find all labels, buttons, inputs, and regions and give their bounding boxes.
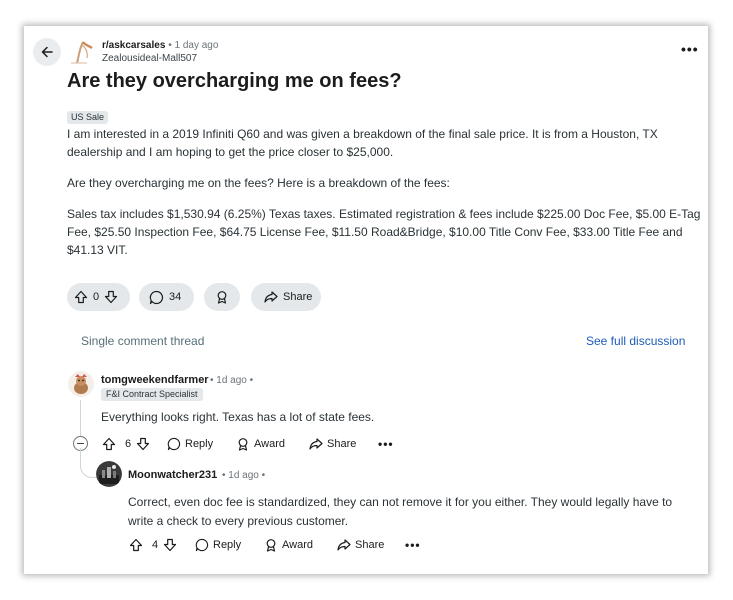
post-time: 1 day ago bbox=[174, 40, 219, 51]
comment-vote-group: 6 bbox=[102, 437, 154, 451]
award-button[interactable] bbox=[204, 283, 240, 311]
user-flair: F&I Contract Specialist bbox=[101, 388, 203, 401]
arrow-up-icon[interactable] bbox=[129, 538, 143, 552]
post-more-options-button[interactable]: ••• bbox=[681, 41, 699, 57]
avatar[interactable] bbox=[96, 461, 122, 487]
award-button[interactable]: Award bbox=[236, 437, 285, 451]
thread-label: Single comment thread bbox=[81, 334, 205, 348]
post-body-paragraph: I am interested in a 2019 Infiniti Q60 a… bbox=[67, 127, 658, 159]
award-label: Award bbox=[254, 438, 285, 450]
share-button[interactable]: Share bbox=[337, 538, 384, 552]
more-options-button[interactable]: ••• bbox=[405, 538, 421, 552]
speech-bubble-icon bbox=[195, 538, 209, 552]
comment-text: Everything looks right. Texas has a lot … bbox=[101, 410, 375, 424]
comment-username[interactable]: Moonwatcher231 bbox=[128, 469, 217, 481]
comment-meta: • 1d ago • bbox=[222, 470, 266, 481]
arrow-up-icon[interactable] bbox=[74, 290, 88, 304]
post-vote-group: 0 bbox=[67, 283, 130, 311]
comment-count: 34 bbox=[169, 291, 182, 303]
separator-dot: • bbox=[168, 40, 172, 51]
share-button[interactable]: Share bbox=[309, 437, 356, 451]
avatar[interactable] bbox=[68, 371, 94, 397]
comment-meta: • 1d ago • bbox=[210, 375, 254, 386]
share-label: Share bbox=[283, 291, 313, 303]
post-body-paragraph: Are they overcharging me on the fees? He… bbox=[67, 176, 450, 190]
comment-vote-group: 4 bbox=[129, 538, 181, 552]
arrow-left-icon bbox=[41, 46, 53, 58]
more-options-button[interactable]: ••• bbox=[378, 437, 394, 451]
post-flair[interactable]: US Sale bbox=[67, 111, 109, 124]
comment-text: Correct, even doc fee is standardized, t… bbox=[128, 495, 673, 528]
share-arrow-icon bbox=[309, 438, 323, 450]
award-icon bbox=[217, 291, 227, 304]
post-title: Are they overcharging me on fees? bbox=[67, 70, 402, 92]
share-label: Share bbox=[355, 539, 385, 551]
reply-label: Reply bbox=[213, 539, 242, 551]
arrow-down-icon[interactable] bbox=[104, 290, 118, 304]
comment-vote-count: 6 bbox=[125, 438, 132, 450]
see-full-discussion-link[interactable]: See full discussion bbox=[586, 334, 685, 348]
reply-button[interactable]: Reply bbox=[195, 538, 241, 552]
share-arrow-icon bbox=[337, 539, 351, 551]
award-icon bbox=[238, 438, 248, 451]
arrow-down-icon[interactable] bbox=[136, 437, 150, 451]
share-arrow-icon bbox=[264, 291, 278, 303]
arrow-down-icon[interactable] bbox=[163, 538, 177, 552]
comment-username[interactable]: tomgweekendfarmer bbox=[101, 374, 209, 386]
thread-line bbox=[80, 400, 81, 437]
share-label: Share bbox=[327, 438, 357, 450]
award-label: Award bbox=[282, 539, 313, 551]
subreddit-name[interactable]: r/askcarsales bbox=[102, 40, 165, 51]
reply-button[interactable]: Reply bbox=[167, 437, 213, 451]
post-body-paragraph: Sales tax includes $1,530.94 (6.25%) Tex… bbox=[67, 207, 701, 257]
subreddit-line: r/askcarsales • 1 day ago bbox=[102, 40, 218, 51]
post-author[interactable]: Zealousideal-Mall507 bbox=[102, 53, 197, 64]
comments-button[interactable]: 34 bbox=[139, 283, 194, 311]
speech-bubble-icon bbox=[167, 437, 181, 451]
award-icon bbox=[266, 539, 276, 552]
thread-connector bbox=[80, 448, 97, 478]
minus-circle-icon bbox=[77, 443, 84, 444]
award-button[interactable]: Award bbox=[264, 538, 313, 552]
comment-vote-count: 4 bbox=[152, 539, 159, 551]
arrow-up-icon[interactable] bbox=[102, 437, 116, 451]
subreddit-avatar[interactable] bbox=[67, 36, 97, 66]
share-button[interactable]: Share bbox=[251, 283, 321, 311]
back-button[interactable] bbox=[33, 38, 61, 66]
reply-label: Reply bbox=[185, 438, 214, 450]
speech-bubble-icon bbox=[149, 290, 164, 304]
post-vote-count: 0 bbox=[93, 291, 100, 303]
